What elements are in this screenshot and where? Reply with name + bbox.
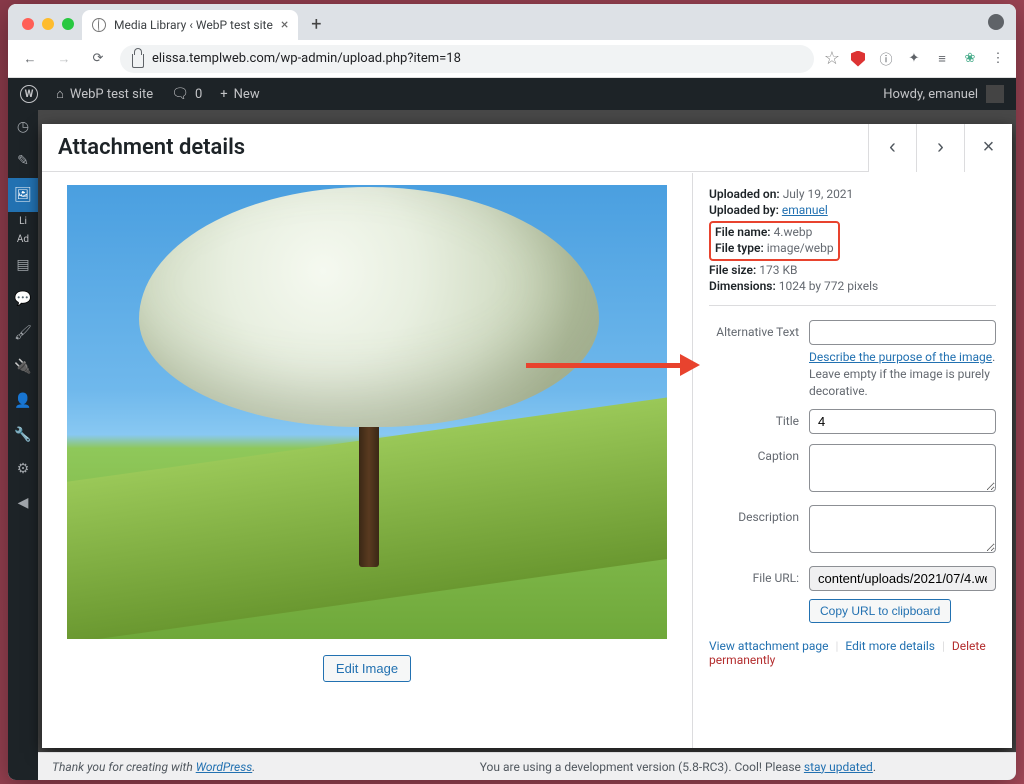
forward-button[interactable]: → (52, 47, 76, 71)
file-details: Uploaded on: July 19, 2021 Uploaded by: … (709, 187, 996, 306)
profile-avatar-icon[interactable] (988, 14, 1004, 30)
minimize-window-button[interactable] (42, 18, 54, 30)
view-attachment-link[interactable]: View attachment page (709, 639, 829, 653)
bookmark-star-icon[interactable]: ☆ (824, 48, 840, 69)
comments-link[interactable]: 🗨 0 (171, 86, 202, 102)
close-button[interactable]: × (964, 124, 1012, 172)
wp-content: Attachment details ‹ › × (38, 110, 1016, 780)
extensions-puzzle-icon[interactable]: ✦ (906, 51, 922, 67)
sidebar-label: Li (8, 212, 38, 230)
file-type-value: image/webp (767, 241, 834, 255)
file-size-value: 173 KB (759, 263, 797, 277)
globe-icon (92, 18, 106, 32)
users-icon[interactable]: 👤 (8, 384, 38, 418)
info-icon[interactable]: ⓘ (878, 51, 894, 67)
modal-body: Edit Image Uploaded on: July 19, 2021 Up… (42, 173, 1012, 748)
collapse-menu-icon[interactable]: ◀ (8, 486, 38, 520)
close-window-button[interactable] (22, 18, 34, 30)
alt-text-label: Alternative Text (709, 320, 809, 339)
edit-image-button[interactable]: Edit Image (323, 655, 411, 682)
file-url-label: File URL: (709, 566, 809, 585)
modal-header: Attachment details ‹ › × (42, 124, 1012, 172)
adblock-icon[interactable] (850, 51, 866, 67)
appearance-icon[interactable]: 🖌 (8, 316, 38, 350)
address-bar[interactable]: elissa.templweb.com/wp-admin/upload.php?… (120, 45, 814, 73)
edit-more-details-link[interactable]: Edit more details (845, 639, 935, 653)
tools-icon[interactable]: 🔧 (8, 418, 38, 452)
browser-toolbar: ← → ⟳ elissa.templweb.com/wp-admin/uploa… (8, 40, 1016, 78)
stay-updated-link[interactable]: stay updated (804, 760, 873, 774)
plus-icon: + (220, 87, 227, 102)
file-name-value: 4.webp (774, 225, 813, 239)
comments-icon[interactable]: 💬 (8, 282, 38, 316)
previous-button[interactable]: ‹ (868, 124, 916, 172)
attachment-settings: Alternative Text Describe the purpose of… (709, 306, 996, 623)
uploaded-on-value: July 19, 2021 (783, 187, 854, 201)
tab-title: Media Library ‹ WebP test site (114, 18, 273, 32)
sidebar-label-2: Ad (8, 230, 38, 248)
new-tab-button[interactable]: + (302, 10, 330, 38)
media-preview-pane: Edit Image (42, 173, 692, 748)
extension-icons: ⓘ ✦ ≡ ❀ ⋮ (850, 51, 1006, 67)
attachment-image (67, 185, 667, 639)
description-input[interactable] (809, 505, 996, 553)
wp-admin-bar: W ⌂ WebP test site 🗨 0 + New Howdy, eman… (8, 78, 1016, 110)
caption-label: Caption (709, 444, 809, 463)
new-content-link[interactable]: + New (220, 87, 259, 102)
tab-strip: Media Library ‹ WebP test site × + (8, 4, 1016, 40)
kebab-menu-icon[interactable]: ⋮ (990, 51, 1006, 67)
modal-nav: ‹ › × (868, 124, 1012, 172)
copy-url-button[interactable]: Copy URL to clipboard (809, 599, 951, 623)
home-icon: ⌂ (56, 86, 64, 102)
attachment-info-pane: Uploaded on: July 19, 2021 Uploaded by: … (692, 173, 1012, 748)
close-tab-icon[interactable]: × (281, 17, 288, 33)
wordpress-link[interactable]: WordPress (196, 760, 253, 774)
title-input[interactable] (809, 409, 996, 434)
modal-title: Attachment details (58, 135, 868, 160)
site-name-link[interactable]: ⌂ WebP test site (56, 86, 153, 102)
plugins-icon[interactable]: 🔌 (8, 350, 38, 384)
uploaded-by-link[interactable]: emanuel (782, 203, 828, 217)
user-avatar-icon (986, 85, 1004, 103)
next-button[interactable]: › (916, 124, 964, 172)
window-controls (16, 18, 82, 40)
alt-text-input[interactable] (809, 320, 996, 345)
attachment-details-modal: Attachment details ‹ › × (42, 124, 1012, 748)
alt-help-link[interactable]: Describe the purpose of the image (809, 350, 992, 364)
wp-footer: Thank you for creating with WordPress. Y… (38, 752, 1016, 780)
browser-window: Media Library ‹ WebP test site × + ← → ⟳… (8, 4, 1016, 780)
alt-text-help: Describe the purpose of the image. Leave… (809, 349, 996, 399)
file-url-input[interactable] (809, 566, 996, 591)
annotation-highlight: File name: 4.webp File type: image/webp (709, 221, 840, 261)
reading-list-icon[interactable]: ≡ (934, 51, 950, 67)
back-button[interactable]: ← (18, 47, 42, 71)
extension-icon[interactable]: ❀ (962, 51, 978, 67)
title-label: Title (709, 409, 809, 428)
dimensions-value: 1024 by 772 pixels (779, 279, 878, 293)
maximize-window-button[interactable] (62, 18, 74, 30)
howdy-account[interactable]: Howdy, emanuel (883, 85, 1004, 103)
annotation-arrow (526, 363, 686, 368)
wp-body: ◷ ✎ 🖼 Li Ad ▤ 💬 🖌 🔌 👤 🔧 ⚙ ◀ Attachment d… (8, 110, 1016, 780)
comment-bubble-icon: 🗨 (171, 86, 189, 102)
reload-button[interactable]: ⟳ (86, 47, 110, 71)
attachment-actions: View attachment page | Edit more details… (709, 639, 996, 667)
url-text: elissa.templweb.com/wp-admin/upload.php?… (152, 51, 461, 66)
browser-tab[interactable]: Media Library ‹ WebP test site × (82, 10, 298, 40)
media-icon[interactable]: 🖼 (8, 178, 38, 212)
lock-icon (132, 54, 144, 68)
description-label: Description (709, 505, 809, 524)
dashboard-icon[interactable]: ◷ (8, 110, 38, 144)
pages-icon[interactable]: ▤ (8, 248, 38, 282)
wordpress-logo-icon[interactable]: W (20, 85, 38, 103)
posts-icon[interactable]: ✎ (8, 144, 38, 178)
wp-admin-sidebar: ◷ ✎ 🖼 Li Ad ▤ 💬 🖌 🔌 👤 🔧 ⚙ ◀ (8, 110, 38, 780)
caption-input[interactable] (809, 444, 996, 492)
settings-icon[interactable]: ⚙ (8, 452, 38, 486)
